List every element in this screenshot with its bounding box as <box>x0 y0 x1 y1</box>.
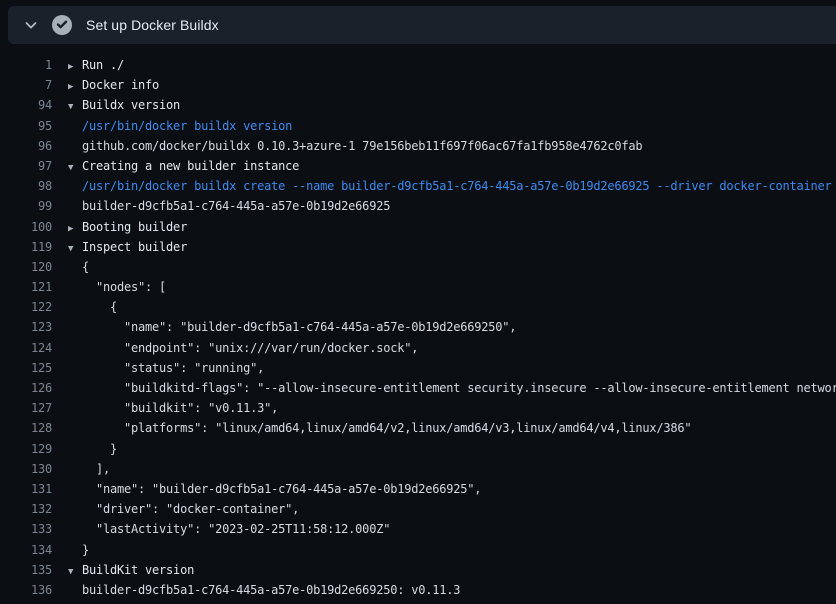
line-number[interactable]: 127 <box>0 398 52 418</box>
output-text: { <box>82 257 89 277</box>
group-collapse-icon[interactable]: ▼ <box>68 239 82 259</box>
log-group-line[interactable]: 97 ▼Creating a new builder instance <box>0 156 836 176</box>
output-text: "name": "builder-d9cfb5a1-c764-445a-a57e… <box>82 317 516 337</box>
group-expand-icon[interactable]: ▶ <box>68 77 82 97</box>
output-text: "nodes": [ <box>82 277 166 297</box>
output-text: "buildkitd-flags": "--allow-insecure-ent… <box>82 378 836 398</box>
step-title: Set up Docker Buildx <box>86 17 219 33</box>
output-text: "name": "builder-d9cfb5a1-c764-445a-a57e… <box>82 479 481 499</box>
group-title[interactable]: BuildKit version <box>82 560 194 580</box>
line-number[interactable]: 99 <box>0 196 52 216</box>
actions-log-page: Set up Docker Buildx 1▶Run ./7▶Docker in… <box>0 0 836 604</box>
group-title[interactable]: Creating a new builder instance <box>82 156 299 176</box>
log-group-line[interactable]: 119 ▼Inspect builder <box>0 237 836 257</box>
output-text: "buildkit": "v0.11.3", <box>82 398 278 418</box>
step-header[interactable]: Set up Docker Buildx <box>8 6 836 44</box>
line-number[interactable]: 131 <box>0 479 52 499</box>
line-number[interactable]: 132 <box>0 499 52 519</box>
line-number[interactable]: 130 <box>0 459 52 479</box>
line-number[interactable]: 123 <box>0 317 52 337</box>
group-collapse-icon[interactable]: ▼ <box>68 97 82 117</box>
log-line[interactable]: 134} <box>0 540 836 560</box>
log-group-line[interactable]: 135 ▼BuildKit version <box>0 560 836 580</box>
log-line[interactable]: 121 "nodes": [ <box>0 277 836 297</box>
output-text: "status": "running", <box>82 358 264 378</box>
output-text: } <box>82 540 89 560</box>
group-expand-icon[interactable]: ▶ <box>68 57 82 77</box>
group-title[interactable]: Booting builder <box>82 217 187 237</box>
log-group-line[interactable]: 94 ▼Buildx version <box>0 95 836 115</box>
command-text: /usr/bin/docker buildx create --name bui… <box>82 176 832 196</box>
group-title[interactable]: Buildx version <box>82 95 180 115</box>
line-number[interactable]: 100 <box>0 217 52 237</box>
output-text: ], <box>82 459 110 479</box>
log-line[interactable]: 123 "name": "builder-d9cfb5a1-c764-445a-… <box>0 317 836 337</box>
output-text: { <box>82 297 117 317</box>
output-text: "endpoint": "unix:///var/run/docker.sock… <box>82 338 418 358</box>
output-text: } <box>82 439 117 459</box>
line-number[interactable]: 125 <box>0 358 52 378</box>
log-line[interactable]: 136 builder-d9cfb5a1-c764-445a-a57e-0b19d… <box>0 580 836 600</box>
line-number[interactable]: 136 <box>0 580 52 600</box>
check-circle-icon <box>52 15 72 35</box>
group-title[interactable]: Inspect builder <box>82 237 187 257</box>
group-collapse-icon[interactable]: ▼ <box>68 158 82 178</box>
log-group-line[interactable]: 100 ▶Booting builder <box>0 217 836 237</box>
line-number[interactable]: 119 <box>0 237 52 257</box>
log-line[interactable]: 120 { <box>0 257 836 277</box>
log-group-line[interactable]: 1 ▶Run ./ <box>0 55 836 75</box>
line-number[interactable]: 129 <box>0 439 52 459</box>
log-line[interactable]: 132 "driver": "docker-container", <box>0 499 836 519</box>
output-text: builder-d9cfb5a1-c764-445a-a57e-0b19d2e6… <box>82 580 460 600</box>
line-number[interactable]: 98 <box>0 176 52 196</box>
output-text: github.com/docker/buildx 0.10.3+azure-1 … <box>82 136 642 156</box>
log-line[interactable]: 124 "endpoint": "unix:///var/run/docker.… <box>0 338 836 358</box>
log-viewer[interactable]: 1▶Run ./7▶Docker info94▼Buildx version95… <box>0 44 836 604</box>
line-number[interactable]: 128 <box>0 418 52 438</box>
line-number[interactable]: 135 <box>0 560 52 580</box>
log-line[interactable]: 99 builder-d9cfb5a1-c764-445a-a57e-0b19d2… <box>0 196 836 216</box>
log-line[interactable]: 128 "platforms": "linux/amd64,linux/amd6… <box>0 418 836 438</box>
log-line[interactable]: 95/usr/bin/docker buildx version <box>0 116 836 136</box>
output-text: builder-d9cfb5a1-c764-445a-a57e-0b19d2e6… <box>82 196 390 216</box>
log-line[interactable]: 96 github.com/docker/buildx 0.10.3+azure-… <box>0 136 836 156</box>
log-line[interactable]: 98/usr/bin/docker buildx create --name b… <box>0 176 836 196</box>
log-line[interactable]: 126 "buildkitd-flags": "--allow-insecure… <box>0 378 836 398</box>
log-line[interactable]: 133 "lastActivity": "2023-02-25T11:58:12… <box>0 519 836 539</box>
group-title[interactable]: Run ./ <box>82 55 124 75</box>
log-line[interactable]: 122 { <box>0 297 836 317</box>
line-number[interactable]: 95 <box>0 116 52 136</box>
line-number[interactable]: 120 <box>0 257 52 277</box>
line-number[interactable]: 7 <box>0 75 52 95</box>
line-number[interactable]: 96 <box>0 136 52 156</box>
output-text: "platforms": "linux/amd64,linux/amd64/v2… <box>82 418 691 438</box>
line-number[interactable]: 94 <box>0 95 52 115</box>
output-text: "driver": "docker-container", <box>82 499 299 519</box>
line-number[interactable]: 97 <box>0 156 52 176</box>
log-line[interactable]: 125 "status": "running", <box>0 358 836 378</box>
line-number[interactable]: 134 <box>0 540 52 560</box>
log-line[interactable]: 129 } <box>0 439 836 459</box>
line-number[interactable]: 124 <box>0 338 52 358</box>
line-number[interactable]: 126 <box>0 378 52 398</box>
line-number[interactable]: 1 <box>0 55 52 75</box>
chevron-down-icon[interactable] <box>23 17 39 33</box>
line-number[interactable]: 122 <box>0 297 52 317</box>
line-number[interactable]: 121 <box>0 277 52 297</box>
line-number[interactable]: 133 <box>0 519 52 539</box>
output-text: "lastActivity": "2023-02-25T11:58:12.000… <box>82 519 390 539</box>
log-line[interactable]: 130 ], <box>0 459 836 479</box>
log-group-line[interactable]: 7 ▶Docker info <box>0 75 836 95</box>
group-collapse-icon[interactable]: ▼ <box>68 562 82 582</box>
group-expand-icon[interactable]: ▶ <box>68 219 82 239</box>
log-line[interactable]: 131 "name": "builder-d9cfb5a1-c764-445a-… <box>0 479 836 499</box>
command-text: /usr/bin/docker buildx version <box>82 116 292 136</box>
group-title[interactable]: Docker info <box>82 75 159 95</box>
log-line[interactable]: 127 "buildkit": "v0.11.3", <box>0 398 836 418</box>
